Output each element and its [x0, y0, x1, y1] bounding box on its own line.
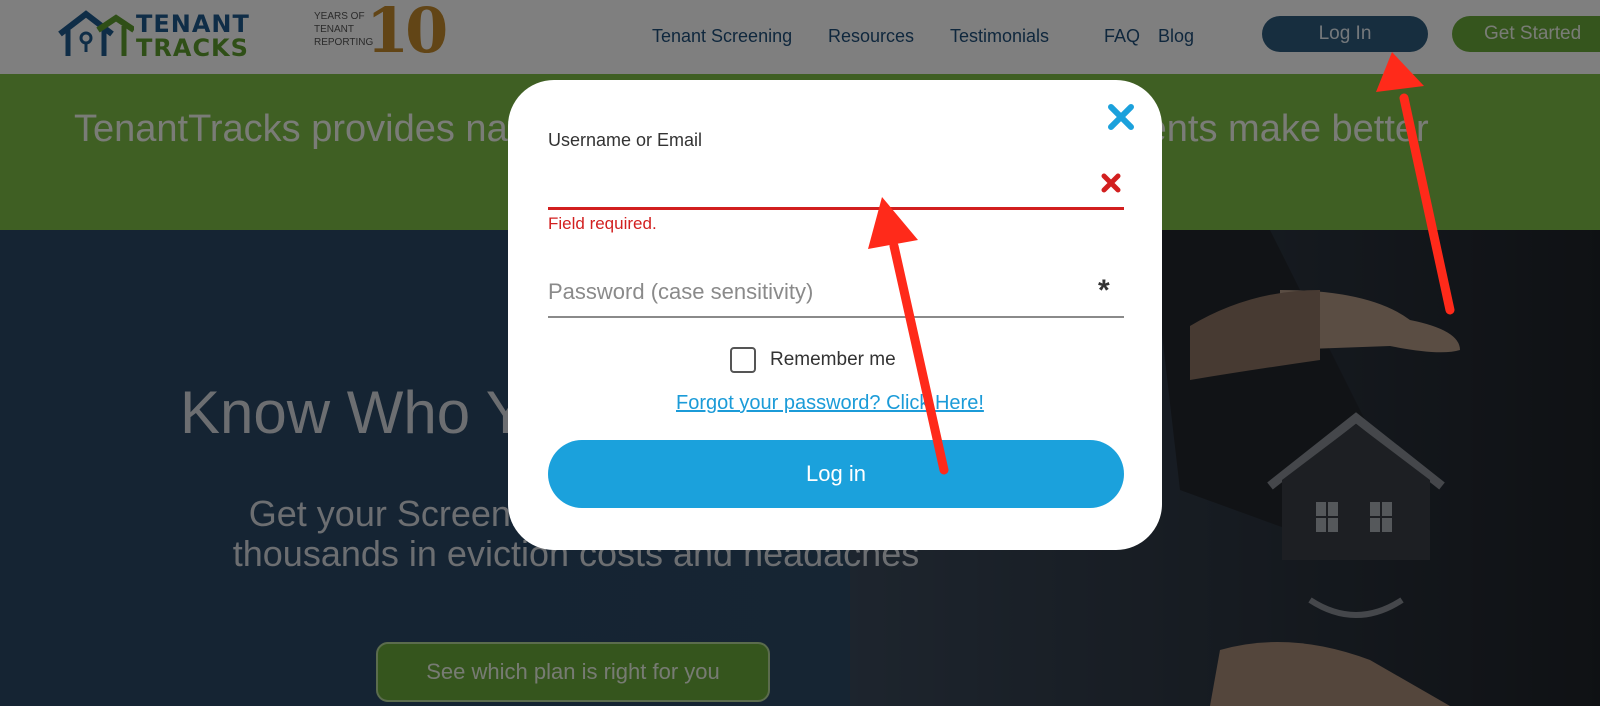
forgot-password-link[interactable]: Forgot your password? Click Here! [676, 392, 984, 415]
username-label: Username or Email [548, 130, 703, 150]
username-underline-error [548, 207, 1124, 210]
password-input[interactable] [548, 272, 1078, 312]
remember-me-checkbox[interactable] [730, 347, 756, 373]
remember-me-label[interactable]: Remember me [770, 349, 896, 371]
password-underline [548, 316, 1124, 318]
error-x-icon [1101, 173, 1121, 193]
remember-me-row[interactable]: Remember me [730, 346, 896, 374]
close-icon[interactable] [1106, 102, 1136, 132]
field-required-error: Field required. [548, 214, 657, 233]
login-submit-button[interactable]: Log in [548, 440, 1124, 508]
required-asterisk: * [1098, 274, 1110, 307]
login-modal: Username or Email Field required. * Reme… [508, 80, 1162, 550]
username-input[interactable] [548, 172, 1078, 206]
